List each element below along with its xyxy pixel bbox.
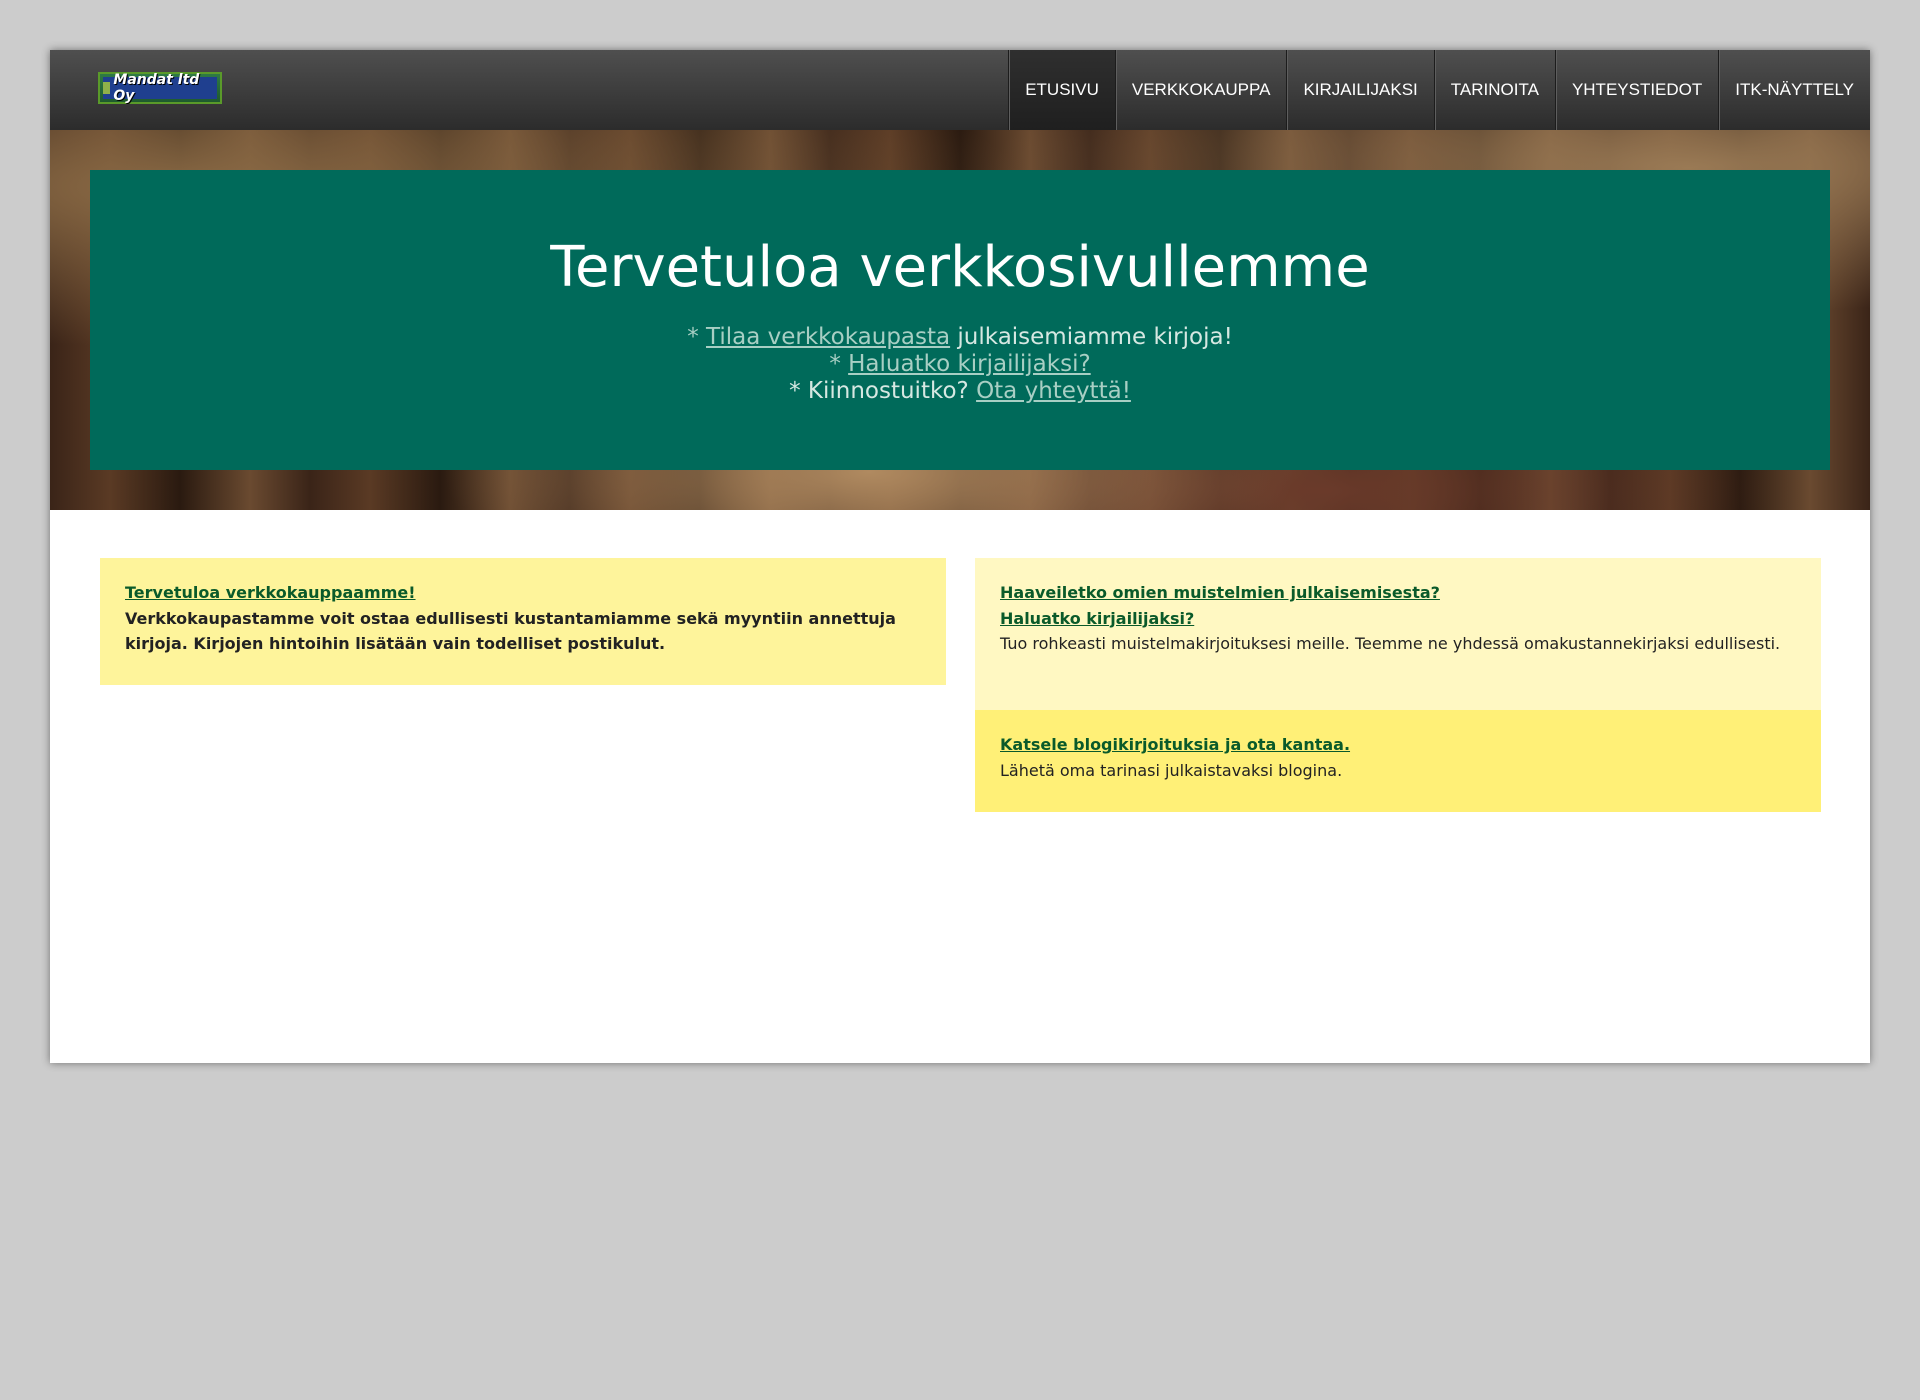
main-nav: ETUSIVU VERKKOKAUPPA KIRJAILIJAKSI TARIN… (1008, 50, 1870, 130)
page-container: Mandat ltd Oy ETUSIVU VERKKOKAUPPA KIRJA… (50, 50, 1870, 1063)
top-navigation-bar: Mandat ltd Oy ETUSIVU VERKKOKAUPPA KIRJA… (50, 50, 1870, 130)
shop-card-link[interactable]: Tervetuloa verkkokauppaamme! (125, 580, 416, 606)
hero-line-suffix: julkaisemiamme kirjoja! (950, 324, 1233, 350)
blog-card: Katsele blogikirjoituksia ja ota kantaa.… (975, 710, 1821, 812)
nav-item-itk-nayttely[interactable]: ITK-NÄYTTELY (1718, 50, 1870, 130)
hero-line-shop: * Tilaa verkkokaupasta julkaisemiamme ki… (90, 324, 1830, 351)
blog-link[interactable]: Katsele blogikirjoituksia ja ota kantaa. (1000, 732, 1350, 758)
shop-card-text: Verkkokaupastamme voit ostaa edullisesti… (125, 608, 896, 654)
hero-line-prefix: * (829, 351, 849, 377)
nav-item-tarinoita[interactable]: TARINOITA (1433, 50, 1555, 130)
nav-item-yhteystiedot[interactable]: YHTEYSTIEDOT (1554, 50, 1718, 130)
author-card-text: Tuo rohkeasti muistelmakirjoituksesi mei… (1000, 634, 1781, 653)
nav-item-verkkokauppa[interactable]: VERKKOKAUPPA (1114, 50, 1287, 130)
hero-line-contact: * Kiinnostuitko? Ota yhteyttä! (90, 378, 1830, 405)
logo-text: Mandat ltd Oy (113, 72, 200, 104)
logo-mark-icon (103, 82, 111, 94)
blog-card-text: Lähetä oma tarinasi julkaistavaksi blogi… (1000, 760, 1343, 780)
hero-banner: Tervetuloa verkkosivullemme * Tilaa verk… (50, 130, 1870, 510)
hero-line-author: * Haluatko kirjailijaksi? (90, 351, 1830, 378)
author-card: Haaveiletko omien muistelmien julkaisemi… (975, 558, 1821, 710)
author-link[interactable]: Haluatko kirjailijaksi? (848, 351, 1091, 377)
hero-links: * Tilaa verkkokaupasta julkaisemiamme ki… (90, 324, 1830, 405)
shop-card: Tervetuloa verkkokauppaamme! Verkkokaupa… (100, 558, 946, 685)
nav-item-kirjailijaksi[interactable]: KIRJAILIJAKSI (1286, 50, 1433, 130)
logo-badge: Mandat ltd Oy (103, 72, 217, 104)
shop-link[interactable]: Tilaa verkkokaupasta (706, 324, 950, 350)
author-card-link[interactable]: Haluatko kirjailijaksi? (1000, 606, 1194, 632)
nav-item-etusivu[interactable]: ETUSIVU (1008, 50, 1115, 130)
site-logo[interactable]: Mandat ltd Oy (98, 72, 222, 104)
hero-title: Tervetuloa verkkosivullemme (550, 235, 1370, 300)
contact-link[interactable]: Ota yhteyttä! (976, 378, 1131, 404)
hero-welcome-box: Tervetuloa verkkosivullemme * Tilaa verk… (90, 170, 1830, 470)
hero-line-prefix: * (687, 324, 706, 350)
memoir-link[interactable]: Haaveiletko omien muistelmien julkaisemi… (1000, 580, 1440, 606)
hero-line-prefix: * Kiinnostuitko? (789, 378, 977, 404)
